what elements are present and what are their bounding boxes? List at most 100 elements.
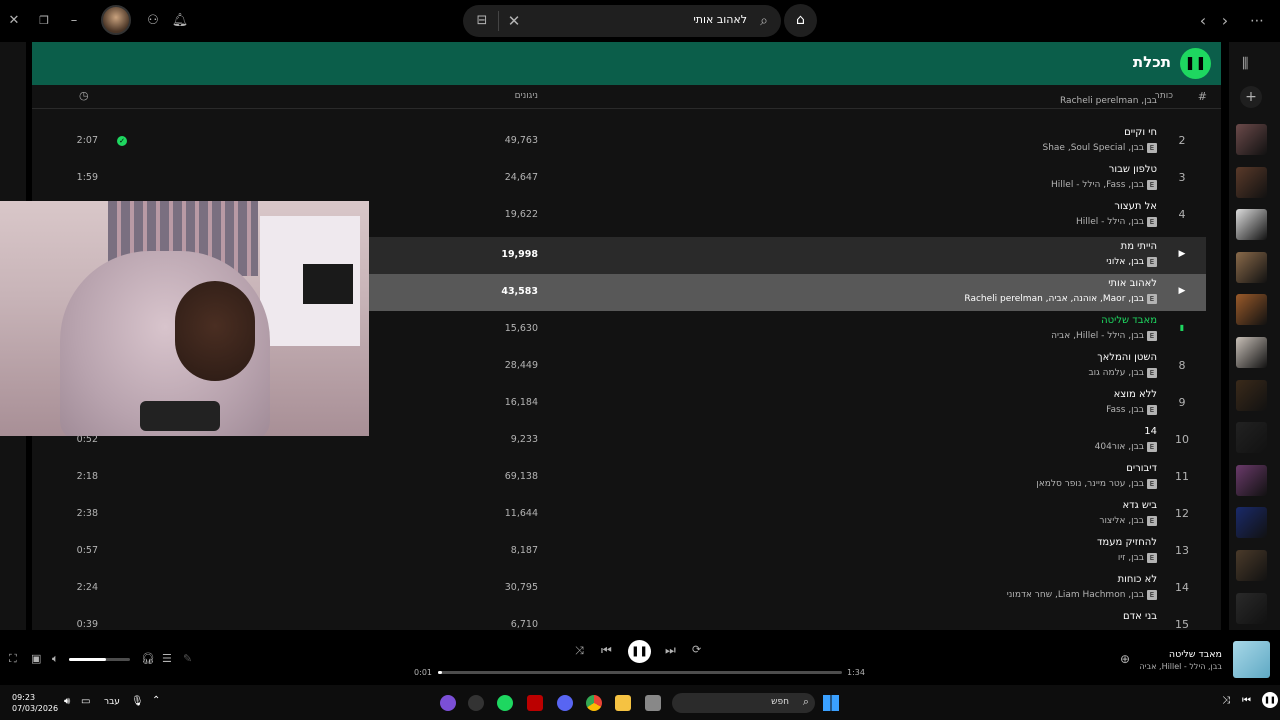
shuffle-icon[interactable]: ⤨ <box>575 644 584 658</box>
pause-icon[interactable]: ❚❚ <box>1180 48 1211 79</box>
app-icon[interactable] <box>440 695 456 711</box>
lyrics-icon[interactable]: ✎ <box>183 652 192 665</box>
search-input[interactable]: לאהוב אותי <box>693 13 747 26</box>
library-item-cover[interactable] <box>1236 550 1267 581</box>
windows-start-icon[interactable] <box>823 695 839 711</box>
track-title[interactable]: לאהוב אותי <box>1108 278 1157 289</box>
artist-names[interactable]: בבן, Liam Hachmon, שחר אדמוני <box>1007 590 1144 600</box>
track-row[interactable]: 13 להחזיק מעמד Eבבן, זיו 8,187 0:57 <box>32 533 1206 570</box>
track-row[interactable]: 14 לא כוחות Eבבן, Liam Hachmon, שחר אדמוני… <box>32 570 1206 607</box>
spotify-icon[interactable] <box>497 695 513 711</box>
home-button[interactable]: ⌂ <box>784 4 817 37</box>
now-playing-title[interactable]: מאבד שליטה <box>1169 649 1222 660</box>
more-options-icon[interactable]: ⋯ <box>1246 10 1268 32</box>
folder-icon[interactable] <box>615 695 631 711</box>
artist-names[interactable]: בבן, אור404 <box>1095 442 1144 452</box>
track-title[interactable]: מאבד שליטה <box>1101 315 1157 326</box>
add-icon[interactable]: + <box>1240 86 1262 108</box>
artist-names[interactable]: בבן, הילל - Hillel, אביה <box>1051 331 1144 341</box>
minimize-icon[interactable]: – <box>63 10 85 32</box>
speaker-icon[interactable]: 🔊︎ <box>64 696 70 707</box>
track-artists[interactable]: Eבבן, הילל - Hillel, אביה <box>1051 331 1157 341</box>
taskbar-search[interactable]: חפש ⌕ <box>672 693 815 713</box>
app-icon[interactable] <box>645 695 661 711</box>
track-title[interactable]: ביש גדא <box>1122 500 1157 511</box>
previous-icon[interactable]: ⏮︎ <box>1242 695 1251 706</box>
clock-icon[interactable]: ◷ <box>79 89 89 102</box>
row-play-icon[interactable]: ▶ <box>1172 249 1192 259</box>
track-title[interactable]: 14 <box>1144 426 1157 437</box>
back-icon[interactable]: ‹ <box>1192 10 1214 32</box>
track-artists[interactable]: Eבבן, אור404 <box>1095 442 1157 452</box>
library-item-cover[interactable] <box>1236 422 1267 454</box>
play-pause-button[interactable]: ❚❚ <box>628 640 651 663</box>
track-row[interactable]: 11 דיבורים Eבבן, עטר מיינר, נופר סלמאן 69,1… <box>32 459 1206 496</box>
friends-icon[interactable]: ⚇ <box>142 10 164 32</box>
artist-names[interactable]: בבן, הילל - Hillel <box>1076 217 1144 227</box>
track-artists[interactable]: Eבבן, זיו <box>1118 553 1157 563</box>
track-row[interactable]: 15 בני אדם 6,710 0:39 <box>32 607 1206 630</box>
add-to-library-icon[interactable]: ⊕ <box>1120 652 1130 666</box>
volume-slider[interactable] <box>69 658 130 661</box>
artist-names[interactable]: בבן, אליצור <box>1099 516 1144 526</box>
mini-pause-button[interactable]: ❚❚ <box>1262 692 1278 708</box>
app-icon[interactable] <box>468 695 484 711</box>
library-item-cover[interactable] <box>1236 379 1267 411</box>
connect-device-icon[interactable]: 🎧︎ <box>141 652 155 665</box>
restore-icon[interactable]: ❐ <box>33 10 55 32</box>
progress-bar[interactable] <box>438 671 842 674</box>
bell-icon[interactable]: 🔔︎ <box>169 10 191 32</box>
track-title[interactable]: ללא מוצא <box>1114 389 1157 400</box>
artist-names[interactable]: בבן, Fass <box>1106 405 1144 415</box>
browse-icon[interactable]: ⊟ <box>471 10 493 32</box>
shuffle-icon[interactable]: ⤨ <box>1222 695 1230 706</box>
previous-icon[interactable]: ⏮︎ <box>601 643 612 658</box>
track-title[interactable]: דיבורים <box>1126 463 1157 474</box>
artist-names[interactable]: בבן, Maor, אוהנה, אביה, Racheli perelman <box>964 294 1144 304</box>
library-item-cover[interactable] <box>1236 294 1267 326</box>
library-item-cover[interactable] <box>1236 166 1267 198</box>
album-art[interactable] <box>1233 641 1270 678</box>
library-item-cover[interactable] <box>1236 464 1267 496</box>
clock-date[interactable]: 07/03/2026 <box>12 704 58 713</box>
artist-names[interactable]: בבן, Racheli perelman <box>1060 96 1157 106</box>
repeat-icon[interactable]: ⟳ <box>692 643 701 656</box>
chrome-icon[interactable] <box>586 695 602 711</box>
user-avatar[interactable] <box>101 5 131 35</box>
artist-names[interactable]: בבן, Shae ,Soul Special <box>1043 143 1145 153</box>
track-row[interactable]: 12 ביש גדא Eבבן, אליצור 11,644 2:38 <box>32 496 1206 533</box>
track-artists[interactable]: Eבבן, אלוני <box>1106 257 1157 267</box>
artist-names[interactable]: בבן, עלמה גוב <box>1088 368 1144 378</box>
track-artists[interactable]: Eבבן, Shae ,Soul Special <box>1043 143 1157 153</box>
track-title[interactable]: השטן והמלאך <box>1097 352 1157 363</box>
fullscreen-icon[interactable]: ⛶ <box>9 652 17 666</box>
clock-time[interactable]: 09:23 <box>12 693 35 702</box>
mic-icon[interactable]: 🎙︎ <box>131 696 144 707</box>
forward-icon[interactable]: › <box>1214 10 1236 32</box>
track-artists[interactable]: Eבבן, Liam Hachmon, שחר אדמוני <box>1007 590 1157 600</box>
close-icon[interactable]: ✕ <box>3 10 25 32</box>
next-icon[interactable]: ⏭︎ <box>665 643 676 658</box>
col-title[interactable]: כותר <box>1155 91 1173 101</box>
track-artists[interactable]: Eבבן, Maor, אוהנה, אביה, Racheli perelma… <box>964 294 1157 304</box>
track-artists[interactable]: Eבבן, עטר מיינר, נופר סלמאן <box>1036 479 1157 489</box>
row-play-icon[interactable]: ▶ <box>1172 286 1192 296</box>
track-title[interactable]: טלפון שבור <box>1109 164 1157 175</box>
col-plays[interactable]: ניגונים <box>492 91 538 101</box>
library-item-cover[interactable] <box>1236 507 1267 539</box>
track-title[interactable]: אל תעצור <box>1114 201 1157 212</box>
app-icon[interactable] <box>527 695 543 711</box>
artist-names[interactable]: בבן, זיו <box>1118 553 1144 563</box>
network-icon[interactable]: ▭ <box>81 696 90 707</box>
track-artists[interactable]: Eבבן, הילל - Hillel <box>1076 217 1157 227</box>
artist-names[interactable]: בבן, עטר מיינר, נופר סלמאן <box>1036 479 1144 489</box>
now-playing-artist[interactable]: בבן, הילל - Hillel, אביה <box>1139 662 1222 671</box>
library-icon[interactable]: ⫼ <box>1242 56 1248 72</box>
library-item-cover[interactable] <box>1236 251 1267 283</box>
track-artists[interactable]: Eבבן, Fass, הילל - Hillel <box>1051 180 1157 190</box>
discord-icon[interactable] <box>557 695 573 711</box>
artist-names[interactable]: בבן, אלוני <box>1106 257 1144 267</box>
saved-check-icon[interactable]: ✓ <box>117 136 127 146</box>
track-title[interactable]: להחזיק מעמד <box>1097 537 1157 548</box>
library-item-cover[interactable] <box>1236 209 1267 241</box>
